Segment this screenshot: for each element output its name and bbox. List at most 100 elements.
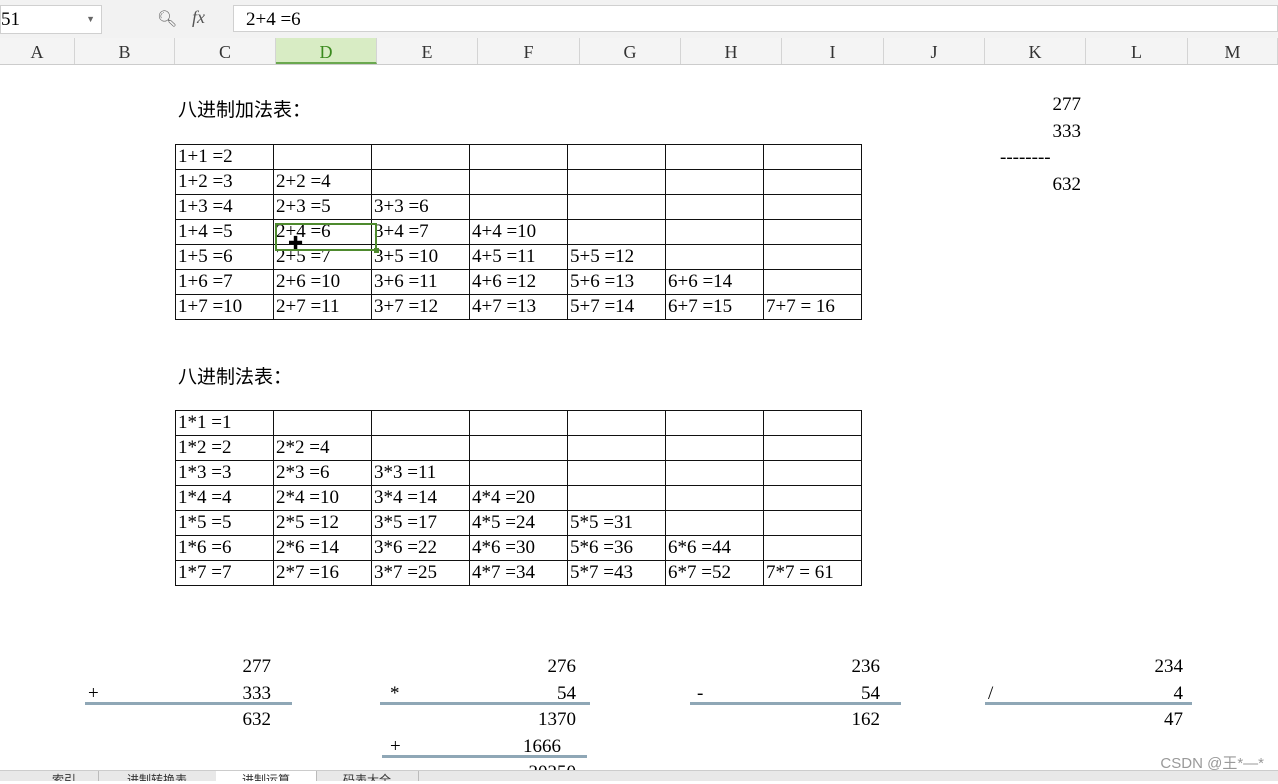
table-cell[interactable] bbox=[665, 460, 764, 486]
table-cell[interactable] bbox=[371, 410, 470, 436]
table-cell[interactable] bbox=[469, 410, 568, 436]
table-cell[interactable] bbox=[371, 144, 470, 170]
table-cell[interactable] bbox=[567, 410, 666, 436]
table-cell[interactable]: 2+2 =4 bbox=[273, 169, 372, 195]
table-cell[interactable]: 2*6 =14 bbox=[273, 535, 372, 561]
table-cell[interactable] bbox=[665, 244, 764, 270]
table-cell[interactable]: 1*4 =4 bbox=[175, 485, 274, 511]
column-header-f[interactable]: F bbox=[478, 38, 580, 64]
column-header-j[interactable]: J bbox=[884, 38, 985, 64]
name-box[interactable]: 51 ▼ bbox=[0, 5, 102, 34]
table-cell[interactable] bbox=[567, 144, 666, 170]
column-header-e[interactable]: E bbox=[377, 38, 478, 64]
table-cell[interactable] bbox=[763, 269, 862, 295]
table-cell[interactable]: 3+3 =6 bbox=[371, 194, 470, 220]
table-cell[interactable]: 1+3 =4 bbox=[175, 194, 274, 220]
table-cell[interactable]: 1*2 =2 bbox=[175, 435, 274, 461]
table-cell[interactable] bbox=[763, 244, 862, 270]
table-cell[interactable]: 6*6 =44 bbox=[665, 535, 764, 561]
table-cell[interactable] bbox=[665, 485, 764, 511]
table-cell[interactable]: 4*4 =20 bbox=[469, 485, 568, 511]
table-cell[interactable] bbox=[567, 169, 666, 195]
table-cell[interactable]: 2+7 =11 bbox=[273, 294, 372, 320]
table-cell[interactable]: 6*7 =52 bbox=[665, 560, 764, 586]
table-cell[interactable]: 6+7 =15 bbox=[665, 294, 764, 320]
table-cell[interactable]: 3*5 =17 bbox=[371, 510, 470, 536]
table-cell[interactable] bbox=[469, 169, 568, 195]
table-cell[interactable] bbox=[763, 169, 862, 195]
table-cell[interactable]: 3*3 =11 bbox=[371, 460, 470, 486]
table-cell[interactable] bbox=[567, 485, 666, 511]
table-cell[interactable]: 7*7 = 61 bbox=[763, 560, 862, 586]
table-cell[interactable]: 4+4 =10 bbox=[469, 219, 568, 245]
table-cell[interactable]: 5+5 =12 bbox=[567, 244, 666, 270]
column-header-b[interactable]: B bbox=[75, 38, 175, 64]
table-cell[interactable] bbox=[567, 460, 666, 486]
table-cell[interactable] bbox=[763, 535, 862, 561]
table-cell[interactable]: 1*3 =3 bbox=[175, 460, 274, 486]
table-cell[interactable]: 5+6 =13 bbox=[567, 269, 666, 295]
table-cell[interactable] bbox=[665, 410, 764, 436]
table-cell[interactable]: 6+6 =14 bbox=[665, 269, 764, 295]
table-cell[interactable] bbox=[567, 194, 666, 220]
table-cell[interactable]: 5+7 =14 bbox=[567, 294, 666, 320]
table-cell[interactable]: 2*2 =4 bbox=[273, 435, 372, 461]
table-cell[interactable] bbox=[763, 194, 862, 220]
table-cell[interactable]: 4+5 =11 bbox=[469, 244, 568, 270]
table-cell[interactable] bbox=[273, 410, 372, 436]
table-cell[interactable] bbox=[665, 194, 764, 220]
table-cell[interactable]: 2*5 =12 bbox=[273, 510, 372, 536]
chevron-down-icon[interactable]: ▼ bbox=[86, 6, 95, 33]
table-cell[interactable]: 3*4 =14 bbox=[371, 485, 470, 511]
table-cell[interactable]: 5*5 =31 bbox=[567, 510, 666, 536]
table-cell[interactable] bbox=[567, 435, 666, 461]
table-cell[interactable]: 5*6 =36 bbox=[567, 535, 666, 561]
column-header-m[interactable]: M bbox=[1188, 38, 1278, 64]
table-cell[interactable]: 3+4 =7 bbox=[371, 219, 470, 245]
column-header-g[interactable]: G bbox=[580, 38, 681, 64]
table-cell[interactable] bbox=[763, 410, 862, 436]
table-cell[interactable] bbox=[665, 435, 764, 461]
table-cell[interactable] bbox=[763, 144, 862, 170]
table-cell[interactable]: 1+1 =2 bbox=[175, 144, 274, 170]
column-header-d[interactable]: D bbox=[276, 38, 377, 64]
table-cell[interactable]: 1*7 =7 bbox=[175, 560, 274, 586]
table-cell[interactable]: 1*1 =1 bbox=[175, 410, 274, 436]
table-cell[interactable]: 1+7 =10 bbox=[175, 294, 274, 320]
table-cell[interactable] bbox=[763, 485, 862, 511]
table-cell[interactable]: 2*7 =16 bbox=[273, 560, 372, 586]
table-cell[interactable]: 3+7 =12 bbox=[371, 294, 470, 320]
table-cell[interactable]: 1*6 =6 bbox=[175, 535, 274, 561]
table-cell[interactable]: 2*4 =10 bbox=[273, 485, 372, 511]
table-cell[interactable]: 1+4 =5 bbox=[175, 219, 274, 245]
table-cell[interactable] bbox=[273, 144, 372, 170]
table-cell[interactable] bbox=[763, 460, 862, 486]
table-cell[interactable] bbox=[665, 169, 764, 195]
table-cell[interactable] bbox=[469, 460, 568, 486]
table-cell[interactable] bbox=[371, 435, 470, 461]
table-cell[interactable] bbox=[763, 510, 862, 536]
table-cell[interactable]: 4+7 =13 bbox=[469, 294, 568, 320]
table-cell[interactable]: 2*3 =6 bbox=[273, 460, 372, 486]
table-cell[interactable]: 4*5 =24 bbox=[469, 510, 568, 536]
table-cell[interactable] bbox=[665, 144, 764, 170]
column-header-l[interactable]: L bbox=[1086, 38, 1188, 64]
zoom-icon[interactable]: 🔍︎ bbox=[157, 9, 177, 29]
table-cell[interactable]: 1+5 =6 bbox=[175, 244, 274, 270]
table-cell[interactable] bbox=[469, 144, 568, 170]
function-icon[interactable]: fx bbox=[192, 7, 205, 28]
table-cell[interactable]: 5*7 =43 bbox=[567, 560, 666, 586]
table-cell[interactable]: 1*5 =5 bbox=[175, 510, 274, 536]
table-cell[interactable]: 7+7 = 16 bbox=[763, 294, 862, 320]
table-cell[interactable]: 3+6 =11 bbox=[371, 269, 470, 295]
column-header-k[interactable]: K bbox=[985, 38, 1086, 64]
table-cell[interactable]: 4*6 =30 bbox=[469, 535, 568, 561]
formula-input[interactable]: 2+4 =6 bbox=[233, 5, 1278, 32]
column-header-c[interactable]: C bbox=[175, 38, 276, 64]
table-cell[interactable]: 4+6 =12 bbox=[469, 269, 568, 295]
table-cell[interactable]: 3*6 =22 bbox=[371, 535, 470, 561]
column-header-a[interactable]: A bbox=[0, 38, 75, 64]
table-cell[interactable]: 2+3 =5 bbox=[273, 194, 372, 220]
table-cell[interactable]: 4*7 =34 bbox=[469, 560, 568, 586]
table-cell[interactable]: 3*7 =25 bbox=[371, 560, 470, 586]
